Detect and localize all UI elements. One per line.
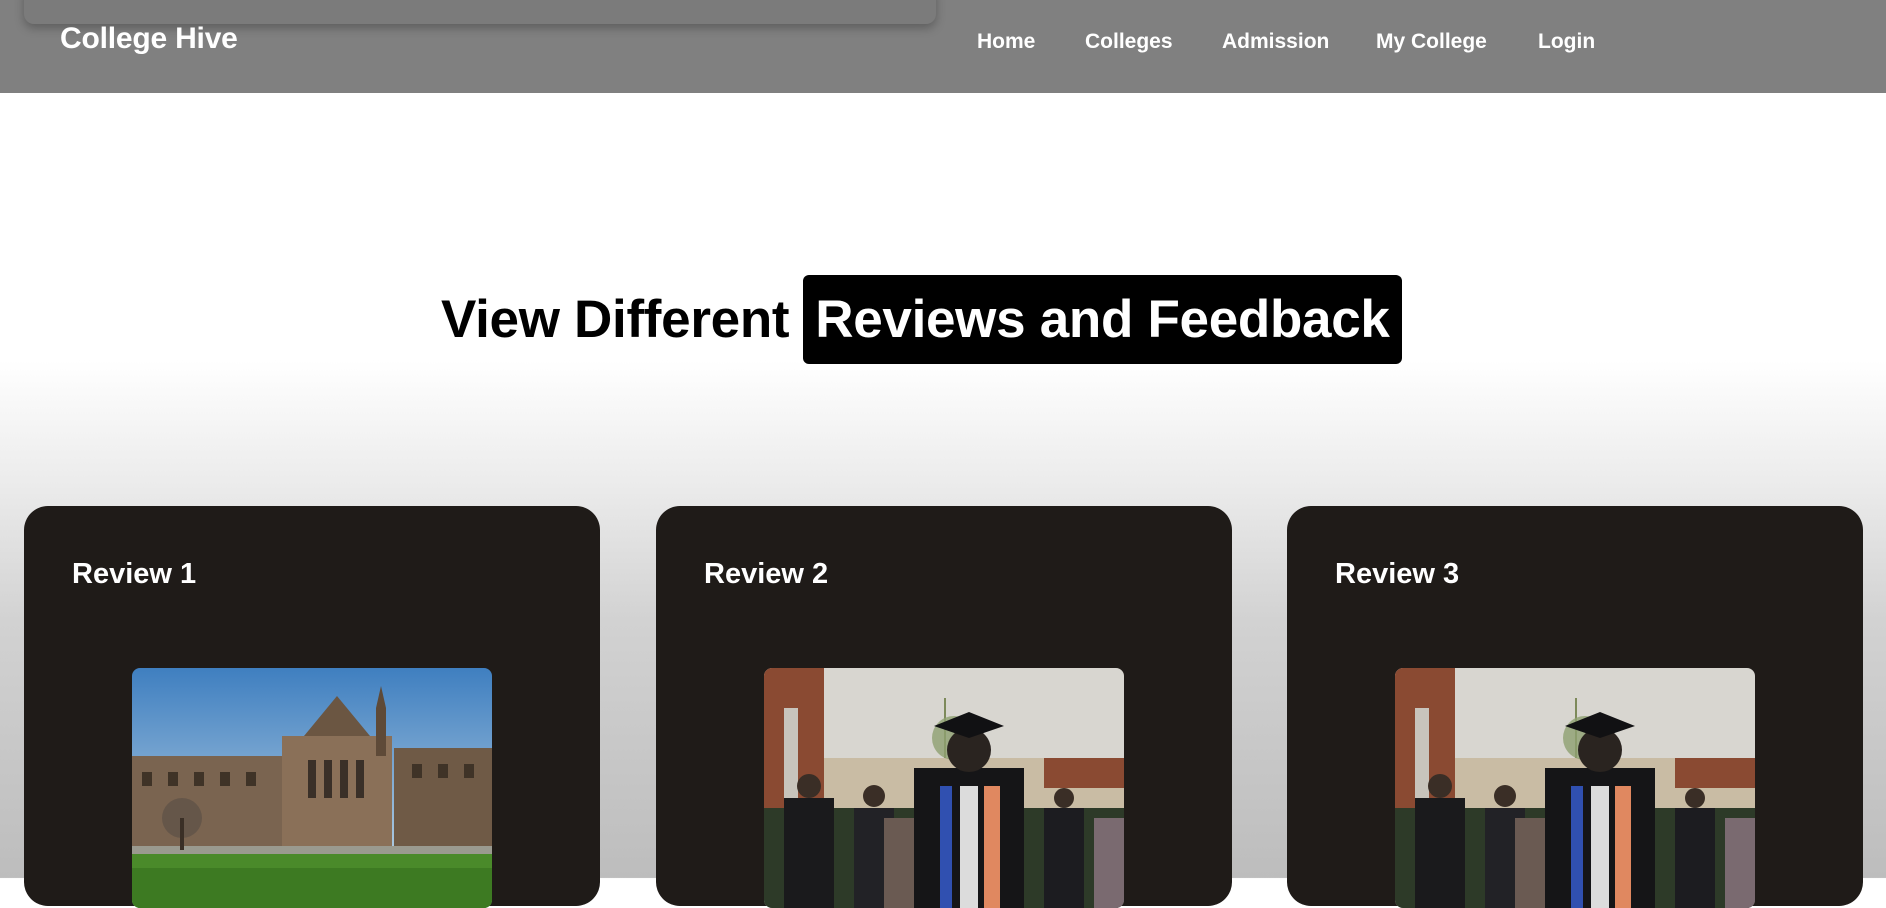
graduation-ceremony-image: [764, 668, 1124, 908]
navbar: College Hive Home Colleges Admission My …: [0, 0, 1886, 93]
university-campus-image: [132, 668, 492, 908]
nav-my-college[interactable]: My College: [1376, 30, 1487, 54]
page-title: View Different Reviews and Feedback: [441, 275, 1402, 364]
title-plain-text: View Different: [441, 290, 790, 349]
nav-colleges[interactable]: Colleges: [1085, 30, 1173, 54]
nav-login[interactable]: Login: [1538, 30, 1595, 54]
dropdown-panel: [24, 0, 936, 24]
title-highlight-text: Reviews and Feedback: [803, 275, 1402, 364]
review-card[interactable]: Review 3: [1287, 506, 1863, 908]
review-card[interactable]: Review 2: [656, 506, 1232, 908]
review-card[interactable]: Review 1: [24, 506, 600, 908]
nav-admission[interactable]: Admission: [1222, 30, 1329, 54]
review-title: Review 3: [1335, 558, 1460, 590]
nav-home[interactable]: Home: [977, 30, 1035, 54]
graduation-ceremony-image: [1395, 668, 1755, 908]
review-title: Review 2: [704, 558, 829, 590]
brand-logo[interactable]: College Hive: [60, 22, 238, 56]
review-title: Review 1: [72, 558, 197, 590]
